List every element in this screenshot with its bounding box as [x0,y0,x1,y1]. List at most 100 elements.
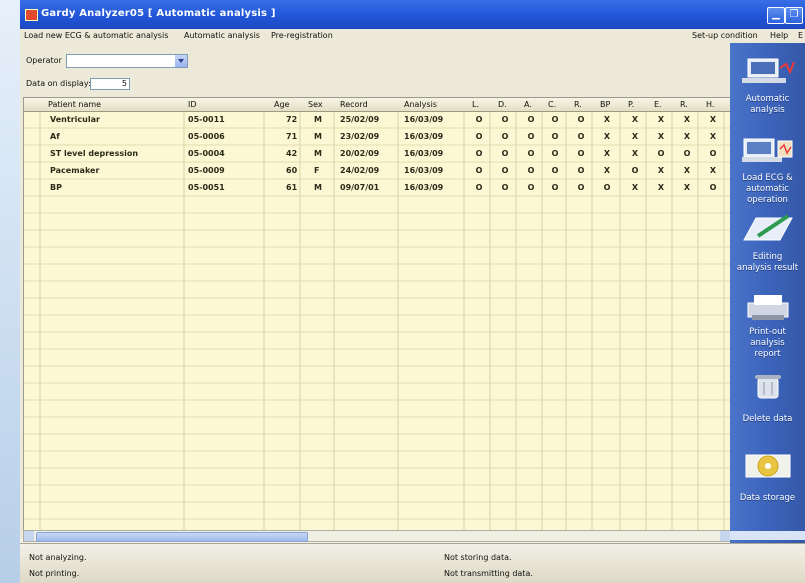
table-cell: X [603,149,611,158]
table-cell: O [603,183,611,192]
app-window: Gardy Analyzer05 [ Automatic analysis ] … [20,0,805,583]
column-header[interactable]: A. [524,100,532,109]
minimize-button[interactable]: ▁ [767,7,785,24]
table-cell: O [501,149,509,158]
table-cell: O [551,166,559,175]
table-cell: X [709,166,717,175]
table-cell: 71 [286,132,298,141]
table-cell: O [577,183,585,192]
table-cell: O [475,166,483,175]
table-cell: O [709,149,717,158]
table-row[interactable]: ST level depression 05-0004 42 M 20/02/09 16/… [24,145,730,162]
table-row[interactable]: Ventricular 05-0011 72 M 25/02/09 16/03/09 O O O… [24,111,730,128]
table-cell: O [709,183,717,192]
main-panel: Operator Data on display: 5 Patient name… [20,43,731,542]
menu-setup-condition[interactable]: Set-up condition [692,31,758,40]
operator-label: Operator [26,56,62,65]
table-cell: O [475,149,483,158]
menu-help[interactable]: Help [770,31,788,40]
table-row[interactable]: Af 05-0006 71 M 23/02/09 16/03/09 O O O O O X X X X X [24,128,730,145]
table-cell: O [527,115,535,124]
table-cell: 16/03/09 [404,149,444,158]
column-header[interactable]: R. [680,100,688,109]
scroll-right-icon[interactable] [720,531,730,541]
menu-automatic-analysis[interactable]: Automatic analysis [184,31,260,40]
table-cell: O [475,183,483,192]
table-cell: O [551,132,559,141]
table-cell: X [631,183,639,192]
data-on-display-field[interactable]: 5 [90,78,130,90]
app-icon [25,9,38,21]
chevron-down-icon[interactable] [175,55,187,67]
table-cell: O [551,149,559,158]
column-header[interactable]: H. [706,100,714,109]
status-analyzing: Not analyzing. [29,553,87,562]
table-cell: 42 [286,149,298,158]
table-cell: O [551,183,559,192]
table-cell: 20/02/09 [340,149,380,158]
table-cell: O [501,166,509,175]
table-cell: X [683,183,691,192]
table-cell: X [709,115,717,124]
sidebar-button-disc[interactable]: Data storage [730,443,805,521]
restore-icon: ❐ [789,9,799,20]
column-header[interactable]: D. [498,100,507,109]
sidebar-scrollbar[interactable] [730,531,805,540]
sidebar-button-computer-ecg[interactable]: Automatic analysis [730,48,805,126]
table-cell: 16/03/09 [404,132,444,141]
scroll-left-icon[interactable] [24,531,34,541]
table-cell: X [657,183,665,192]
sidebar-button-trash[interactable]: Delete data [730,364,805,442]
table-cell: X [603,132,611,141]
sidebar-button-edit-pen[interactable]: Editing analysis result [730,206,805,284]
menu-bar: Load new ECG & automatic analysis Automa… [20,29,805,44]
trash-icon [740,372,795,400]
status-bar: Not analyzing. Not printing. Not storing… [20,543,805,583]
sidebar-button-label: Delete data [742,414,793,424]
column-header[interactable]: Analysis [404,100,437,109]
column-header[interactable]: Sex [308,100,323,109]
action-sidebar: Automatic analysis Load ECG & automatic o… [730,43,805,543]
table-cell: 16/03/09 [404,115,444,124]
table-cell: 61 [286,183,298,192]
table-cell: 05-0051 [188,183,225,192]
table-cell: 16/03/09 [404,166,444,175]
column-header[interactable]: L. [472,100,479,109]
table-cell: O [683,149,691,158]
column-header[interactable]: R. [574,100,582,109]
disc-icon [740,451,795,479]
column-header[interactable]: P. [628,100,634,109]
column-header[interactable]: Record [340,100,368,109]
table-cell: 25/02/09 [340,115,380,124]
table-cell: O [527,132,535,141]
title-bar[interactable]: Gardy Analyzer05 [ Automatic analysis ] … [20,0,805,29]
operator-select[interactable] [66,54,188,68]
menu-load-new-ecg[interactable]: Load new ECG & automatic analysis [24,31,168,40]
sidebar-button-label: Load ECG & automatic operation [742,173,793,205]
column-header[interactable]: Age [274,100,289,109]
horizontal-scrollbar[interactable] [23,530,731,542]
table-cell: X [657,166,665,175]
menu-pre-registration[interactable]: Pre-registration [271,31,333,40]
table-row[interactable]: BP 05-0051 61 M 09/07/01 16/03/09 O O O O O O X X X O [24,179,730,196]
sidebar-button-load-ecg[interactable]: Load ECG & automatic operation [730,127,805,205]
table-cell: M [314,149,322,158]
table-cell: 05-0004 [188,149,225,158]
menu-extra[interactable]: E [798,31,803,40]
column-header[interactable]: ID [188,100,197,109]
table-cell: O [527,183,535,192]
column-header[interactable]: C. [548,100,556,109]
table-cell: Af [50,132,60,141]
table-row[interactable]: Pacemaker 05-0009 60 F 24/02/09 16/03/09 O O O O O… [24,162,730,179]
table-header: Patient name ID Age Sex Record Analysis L. D. A.… [24,98,730,112]
column-header[interactable]: Patient name [48,100,101,109]
scrollbar-thumb[interactable] [36,532,308,542]
column-header[interactable]: E. [654,100,662,109]
table-cell: O [631,166,639,175]
table-cell: 23/02/09 [340,132,380,141]
column-header[interactable]: BP [600,100,610,109]
sidebar-button-printer[interactable]: Print-out analysis report [730,285,805,363]
table-cell: Pacemaker [50,166,100,175]
restore-button[interactable]: ❐ [785,7,803,24]
window-title: Gardy Analyzer05 [ Automatic analysis ] [41,8,276,19]
